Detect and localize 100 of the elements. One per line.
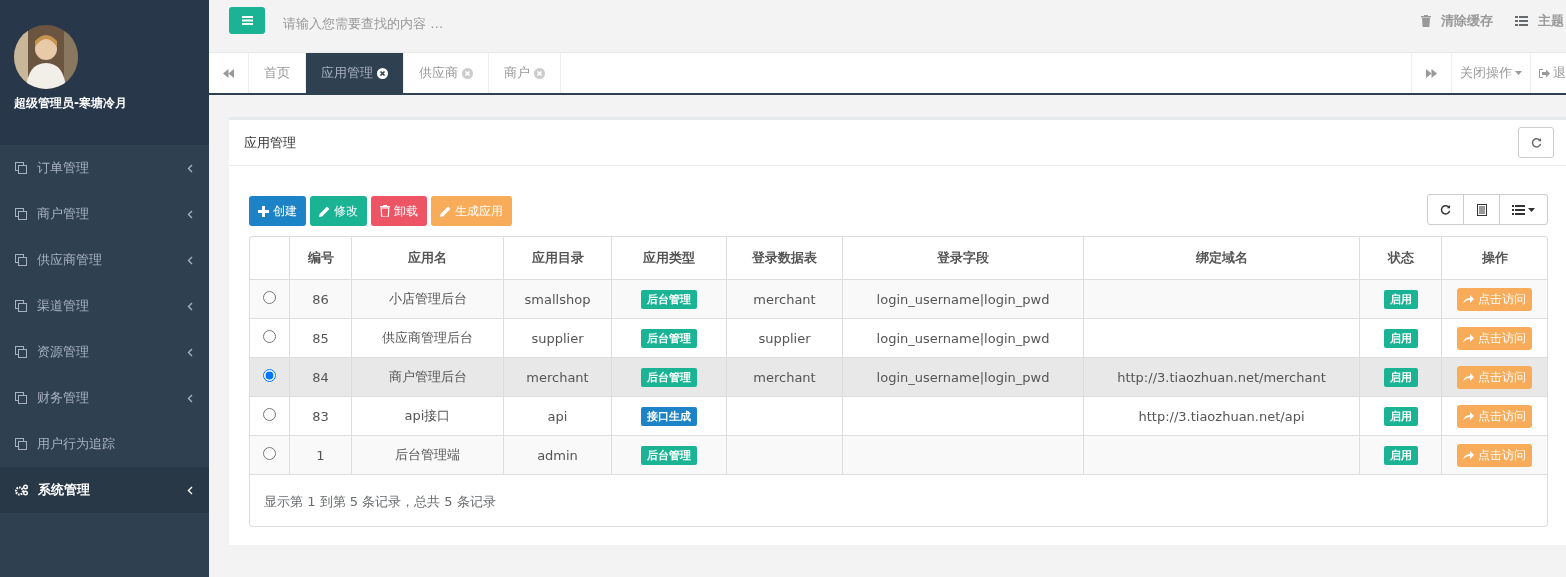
share-icon [1463,411,1474,421]
table-cell: api [547,408,568,424]
visit-button[interactable]: 点击访问 [1457,326,1532,350]
trash-icon [1421,15,1431,27]
table-cell: login_username|login_pwd [876,291,1050,307]
menu-icon [241,15,253,25]
visit-button[interactable]: 点击访问 [1457,287,1532,311]
table-cell: smallshop [524,291,591,307]
sidebar-label: 用户行为追踪 [37,435,116,453]
copy-icon [15,300,27,312]
share-icon [1463,372,1474,382]
table-cell: 84 [312,369,329,385]
sidebar-item[interactable]: 资源管理 [0,329,209,375]
sidebar-label: 资源管理 [37,343,90,361]
sidebar-item[interactable]: 渠道管理 [0,283,209,329]
sidebar-label: 订单管理 [37,159,90,177]
list-icon [1515,16,1528,26]
status-label: 启用 [1383,329,1418,348]
visit-button[interactable]: 点击访问 [1457,404,1532,428]
table-cell: merchant [753,369,816,385]
table-cell: 85 [312,330,329,346]
logout-button[interactable]: 退 [1530,53,1566,93]
table-cell: http://3.tiaozhuan.net/api [1138,408,1305,424]
table-cell: supplier [758,330,811,346]
refresh-icon [1440,204,1451,215]
copy-icon [15,346,27,358]
column-header: 状态 [1359,237,1442,280]
sidebar-label: 商户管理 [37,205,90,223]
table-cell: 后台管理端 [395,447,460,462]
table-cell: merchant [753,291,816,307]
refresh-button[interactable] [1427,194,1464,225]
pencil-icon [440,205,451,217]
table-cell: merchant [526,369,589,385]
toggle-view-button[interactable] [1463,194,1500,225]
pencil-icon [319,205,330,217]
create-button[interactable]: 创建 [249,196,306,226]
column-header: 应用目录 [503,237,612,280]
type-label: 后台管理 [641,290,697,309]
double-left-icon [223,68,234,78]
caret-icon [1515,71,1522,75]
action-label: 清除缓存 [1441,12,1493,30]
row-radio[interactable] [263,447,276,460]
row-radio[interactable] [263,291,276,304]
row-radio[interactable] [263,369,276,382]
plus-icon [258,205,269,217]
sign-out-icon [1539,68,1550,78]
copy-icon [15,162,27,174]
table-cell: 86 [312,291,329,307]
column-header: 登录数据表 [726,237,843,280]
visit-button[interactable]: 点击访问 [1457,365,1532,389]
sidebar-item[interactable]: 订单管理 [0,145,209,191]
trash-icon [380,205,390,217]
edit-button[interactable]: 修改 [310,196,367,226]
list-icon [1512,204,1525,215]
sidebar-item[interactable]: 系统管理 [0,467,209,513]
gears-icon [15,484,28,496]
sidebar-item[interactable]: 商户管理 [0,191,209,237]
search-field[interactable]: 请输入您需要查找的内容 … [281,14,685,32]
sidebar-item[interactable]: 供应商管理 [0,237,209,283]
pagination-info: 显示第 1 到第 5 条记录，总共 5 条记录 [263,493,497,511]
copy-icon [15,392,27,404]
table-cell: 供应商管理后台 [382,330,473,345]
table-cell: login_username|login_pwd [876,330,1050,346]
status-label: 启用 [1383,368,1418,387]
columns-button[interactable] [1499,194,1548,225]
copy-icon [15,254,27,266]
table-cell: api接口 [404,408,451,423]
share-icon [1463,294,1474,304]
status-label: 启用 [1383,446,1418,465]
visit-button[interactable]: 点击访问 [1457,443,1532,467]
column-header: 编号 [289,237,352,280]
table-cell: 1 [316,447,325,463]
type-label: 后台管理 [641,368,697,387]
column-header: 应用类型 [611,237,727,280]
generate-button[interactable]: 生成应用 [431,196,512,226]
delete-button[interactable]: 卸载 [371,196,427,226]
menu-button[interactable] [229,6,265,34]
row-radio[interactable] [263,408,276,421]
table-cell: supplier [531,330,584,346]
toolbar-link[interactable]: 主题 [1515,12,1564,30]
refresh-icon [1530,137,1542,148]
page-tab[interactable]: 应用管理 [306,53,404,93]
action-label: 主题 [1538,12,1564,30]
copy-icon [15,438,27,450]
toolbar-link[interactable]: 清除缓存 [1421,12,1493,30]
caret-icon [1528,207,1535,212]
status-label: 启用 [1383,290,1418,309]
sidebar-item[interactable]: 财务管理 [0,375,209,421]
share-icon [1463,450,1474,460]
row-radio[interactable] [263,330,276,343]
table-cell: admin [537,447,578,463]
column-header: 操作 [1441,237,1547,280]
status-label: 启用 [1383,407,1418,426]
refresh-button[interactable] [1518,127,1554,158]
double-right-icon [1426,68,1437,78]
type-label: 接口生成 [641,407,697,426]
table-cell: login_username|login_pwd [876,369,1050,385]
type-label: 后台管理 [641,446,697,465]
table-cell: 商户管理后台 [388,369,467,384]
sidebar-item[interactable]: 用户行为追踪 [0,421,209,467]
